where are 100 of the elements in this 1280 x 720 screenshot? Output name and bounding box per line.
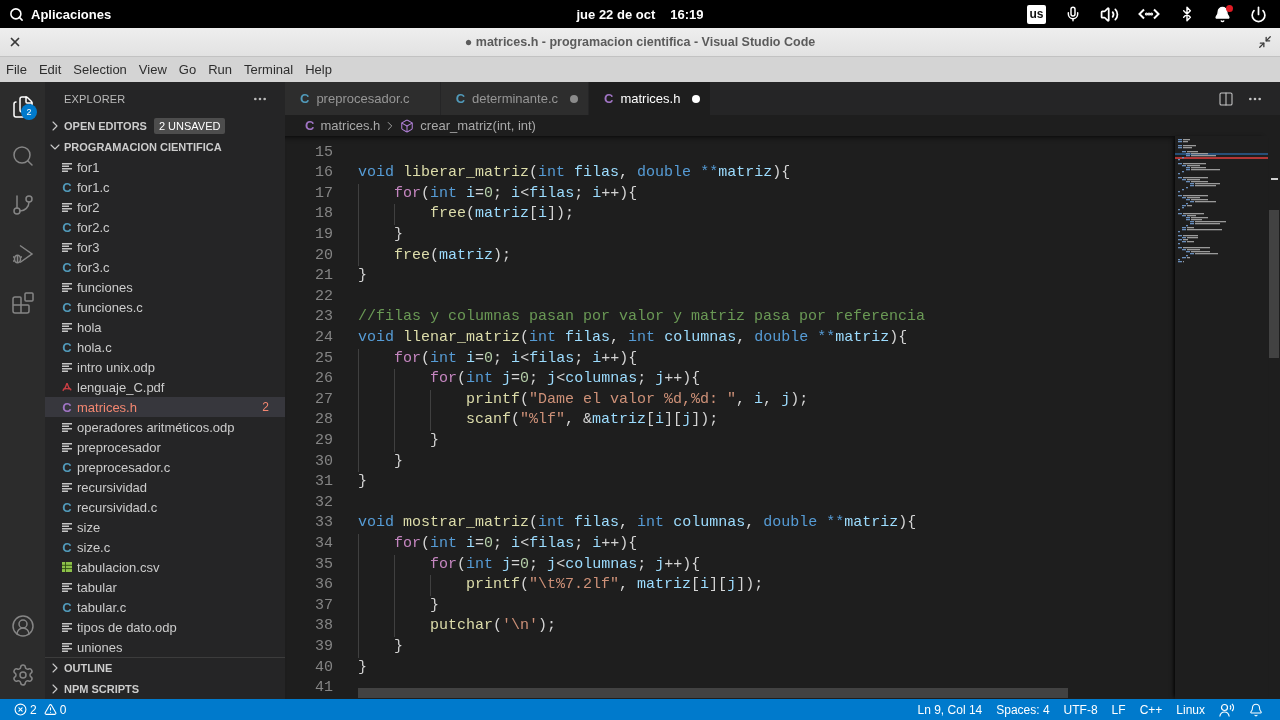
folder-header[interactable]: PROGRAMACION CIENTIFICA [45, 137, 285, 157]
status-item[interactable]: LF [1104, 699, 1133, 720]
code-line: void mostrar_matriz(int filas, int columnas, double **matriz){ [358, 513, 917, 534]
status-item[interactable]: Spaces: 4 [989, 699, 1057, 720]
code-line: } [394, 451, 403, 472]
tree-item[interactable]: preprocesador [45, 437, 285, 457]
tree-item[interactable]: funciones [45, 277, 285, 297]
line-number: 36 [315, 575, 333, 596]
line-number: 19 [315, 225, 333, 246]
editor-tab[interactable]: C determinante.c [440, 82, 589, 115]
code-line: putchar('\n'); [430, 616, 557, 637]
menu-item[interactable]: Help [299, 57, 338, 82]
scrollbar-thumb[interactable] [358, 688, 1068, 698]
tree-item[interactable]: uniones [45, 637, 285, 657]
status-item[interactable]: C++ [1132, 699, 1170, 720]
tree-item[interactable]: hola [45, 317, 285, 337]
applications-menu[interactable]: Aplicaciones [31, 6, 112, 22]
status-item[interactable]: UTF-8 [1056, 699, 1105, 720]
tree-item[interactable]: C size.c [45, 537, 285, 557]
tree-item[interactable]: for2 [45, 197, 285, 217]
tree-item[interactable]: C for3.c [45, 257, 285, 277]
split-editor-icon[interactable] [1218, 90, 1234, 107]
code-line: printf("Dame el valor %d,%d: ", i, j); [466, 389, 809, 410]
code-line: } [430, 431, 439, 451]
tree-item[interactable]: tipos de dato.odp [45, 617, 285, 637]
lines-icon [62, 642, 72, 652]
search-icon [9, 6, 24, 22]
code-line: } [358, 657, 367, 678]
code-line: void llenar_matriz(int filas, int columnas, double **matriz){ [358, 328, 908, 349]
tree-item[interactable]: C for1.c [45, 177, 285, 197]
tree-item[interactable]: intro unix.odp [45, 357, 285, 377]
code-line: for(int j=0; j<columnas; j++){ [430, 554, 701, 575]
tree-item[interactable]: C recursividad.c [45, 497, 285, 517]
problem-count: 2 [262, 400, 269, 414]
c-letter-icon: C [62, 500, 72, 514]
problems-button[interactable]: 2 0 [8, 699, 73, 720]
line-number: 15 [315, 142, 333, 163]
lines-icon [62, 622, 72, 632]
menu-item[interactable]: Selection [67, 57, 133, 82]
line-number: 21 [315, 266, 333, 287]
files-icon [10, 94, 35, 119]
network-icon [1138, 8, 1160, 20]
tree-item[interactable]: C tabular.c [45, 597, 285, 617]
lines-icon [62, 442, 72, 452]
breadcrumb-item[interactable]: C matrices.h [305, 118, 381, 133]
section-header[interactable]: NPM SCRIPTS [45, 678, 285, 699]
c-letter-icon: C [300, 92, 310, 105]
activity-button[interactable]: 2 [0, 82, 45, 131]
menu-item[interactable]: Terminal [238, 57, 300, 82]
c-letter-icon: C [62, 600, 72, 614]
tree-item[interactable]: C hola.c [45, 337, 285, 357]
line-number: 38 [315, 616, 333, 637]
spreadsheet-icon [62, 562, 72, 572]
tree-item[interactable]: C funciones.c [45, 297, 285, 317]
line-number: 31 [315, 472, 333, 493]
code-line: } [394, 225, 403, 246]
status-item[interactable]: Ln 9, Col 14 [910, 699, 990, 720]
editor-tab[interactable]: C matrices.h [589, 82, 712, 115]
line-number: 24 [315, 328, 333, 349]
breadcrumb-item[interactable]: crear_matriz(int, int) [400, 118, 536, 133]
section-header[interactable]: OUTLINE [45, 657, 285, 678]
tree-item[interactable]: lenguaje_C.pdf [45, 377, 285, 397]
tree-item[interactable]: C preprocesador.c [45, 457, 285, 477]
editor-tab[interactable]: C preprocesador.c [285, 82, 441, 115]
error-icon [14, 703, 27, 716]
tree-item[interactable]: tabulacion.csv [45, 557, 285, 577]
code-line: for(int i=0; i<filas; i++){ [394, 183, 638, 204]
c-letter-icon: C [604, 92, 614, 105]
code-line: //filas y columnas pasan por valor y matriz pasa por referencia [358, 307, 926, 328]
tree-item[interactable]: for3 [45, 237, 285, 257]
tree-item[interactable]: tabular [45, 577, 285, 597]
speaking-person-icon [1219, 702, 1235, 717]
close-button[interactable] [8, 35, 22, 49]
keyboard-layout-indicator[interactable]: us [1027, 4, 1046, 24]
menu-item[interactable]: File [0, 57, 33, 82]
menu-item[interactable]: Go [172, 57, 203, 82]
restore-button[interactable] [1258, 35, 1272, 49]
c-letter-icon: C [455, 92, 465, 105]
line-number: 30 [315, 451, 333, 472]
tree-item[interactable]: C matrices.h 2 [45, 397, 285, 417]
status-item[interactable]: Linux [1169, 699, 1212, 720]
tree-item[interactable]: recursividad [45, 477, 285, 497]
code-line: } [430, 595, 439, 616]
tree-item[interactable]: size [45, 517, 285, 537]
line-number: 33 [315, 513, 333, 534]
tree-item[interactable]: for1 [45, 157, 285, 177]
tree-item[interactable]: operadores aritméticos.odp [45, 417, 285, 437]
code-line: scanf("%lf", &matriz[i][j]); [466, 410, 719, 431]
section-header[interactable]: OPEN EDITORS 2 UNSAVED [45, 115, 285, 137]
tree-item[interactable]: C for2.c [45, 217, 285, 237]
lines-icon [62, 362, 72, 372]
line-number: 20 [315, 245, 333, 266]
menu-item[interactable]: Edit [32, 57, 68, 82]
code-line: printf("\t%7.2lf", matriz[i][j]); [466, 575, 764, 596]
menu-item[interactable]: View [132, 57, 173, 82]
line-number: 22 [315, 286, 333, 307]
restore-icon [1258, 35, 1272, 49]
menu-item[interactable]: Run [202, 57, 238, 82]
scrollbar-thumb[interactable] [1269, 210, 1279, 358]
line-number: 16 [315, 163, 333, 184]
